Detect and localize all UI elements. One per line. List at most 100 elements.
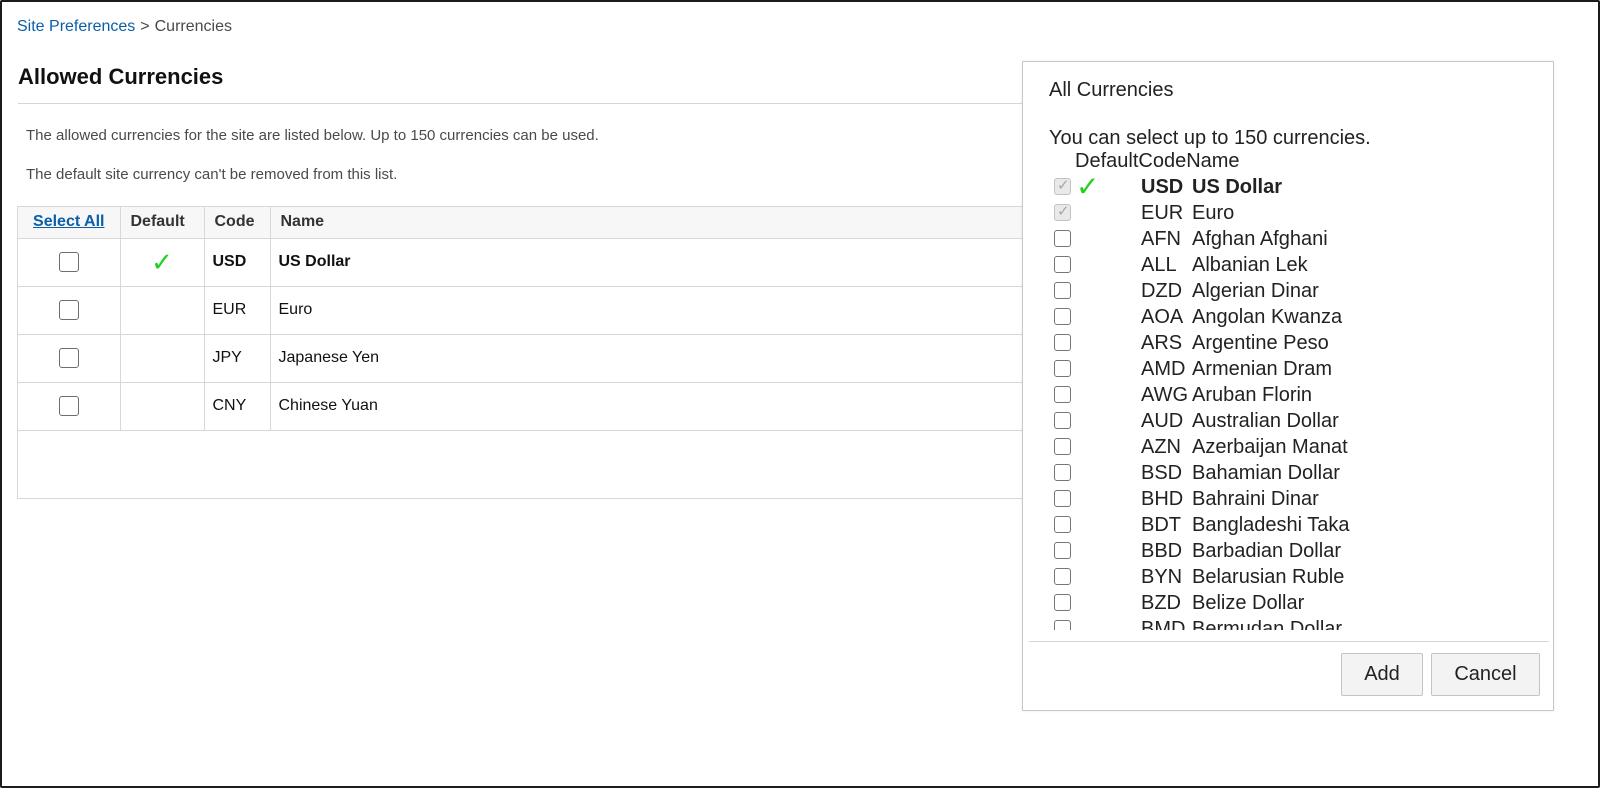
default-column-header: Default [120,207,205,239]
list-item-checkbox[interactable] [1054,230,1071,247]
list-item-name: Euro [1192,202,1235,224]
list-item-code: ALL [1141,254,1177,276]
name-cell: Euro [270,286,1056,335]
list-item-code: DZD [1141,280,1183,302]
list-item-code: BMD [1141,618,1186,630]
table-row: ✓ USD US Dollar [18,238,1056,287]
list-item-name: Angolan Kwanza [1192,306,1343,328]
list-header: Default Code Name [1075,150,1240,174]
list-item-name: Afghan Afghani [1192,228,1328,250]
code-cell: EUR [204,286,271,335]
name-cell: Japanese Yen [270,334,1056,383]
list-item-name: Bangladeshi Taka [1192,514,1350,536]
info-text-default: The default site currency can't be remov… [26,166,398,183]
breadcrumb-site-preferences-link[interactable]: Site Preferences [17,18,135,35]
list-item-name: Bahamian Dollar [1192,462,1340,484]
currency-table: Select All Default Code Name ✓ USD US Do… [18,207,1056,431]
table-row: CNY Chinese Yuan [18,382,1056,431]
list-item-checkbox [1054,176,1071,195]
list-header-code: Code [1138,150,1187,172]
select-all-header: Select All [18,207,121,239]
list-item-checkbox[interactable] [1054,568,1071,585]
select-all-link[interactable]: Select All [33,213,104,230]
list-item-checkbox[interactable] [1054,594,1071,611]
list-item-name: Aruban Florin [1192,384,1313,406]
list-header-name: Name [1186,150,1240,172]
dialog-note: You can select up to 150 currencies. [1049,127,1371,149]
allowed-currencies-table: Select All Default Code Name ✓ USD US Do… [17,206,1057,499]
list-item-checkbox[interactable] [1054,412,1071,429]
list-item-name: Albanian Lek [1192,254,1308,276]
list-item-code: AFN [1141,228,1181,250]
page-title: Allowed Currencies [18,64,224,89]
list-item-name: Belarusian Ruble [1192,566,1345,588]
code-cell: JPY [204,334,271,383]
table-header-row: Select All Default Code Name [18,207,1056,239]
list-item-name: Algerian Dinar [1192,280,1319,302]
list-item-checkbox[interactable] [1054,490,1071,507]
name-cell: Chinese Yuan [270,382,1056,431]
row-select-cell [18,286,121,335]
breadcrumb: Site Preferences > Currencies [17,18,232,36]
breadcrumb-separator: > [140,18,150,35]
list-item-name: Azerbaijan Manat [1192,436,1348,458]
list-item-checkbox[interactable] [1054,282,1071,299]
list-item-checkbox[interactable] [1054,256,1071,273]
dialog-title: All Currencies [1049,79,1174,101]
breadcrumb-current: Currencies [154,18,232,35]
default-cell [120,286,205,335]
default-check-icon: ✓ [151,246,173,277]
dialog-footer-divider [1029,641,1549,642]
list-item-name: Argentine Peso [1192,332,1329,354]
list-item-code: BHD [1141,488,1184,510]
title-divider [18,103,1048,104]
list-item-name: Belize Dollar [1192,592,1305,614]
list-item-code: BDT [1141,514,1181,536]
list-item-code: BBD [1141,540,1183,562]
list-item-checkbox[interactable] [1054,386,1071,403]
row-select-cell [18,238,121,287]
list-item-name: Bahraini Dinar [1192,488,1319,510]
row-checkbox[interactable] [58,252,79,272]
list-item-code: AOA [1141,306,1184,328]
list-item-checkbox[interactable] [1054,360,1071,377]
list-item-checkbox[interactable] [1054,516,1071,533]
row-checkbox[interactable] [58,396,79,416]
default-cell: ✓ [120,238,205,287]
list-item-checkbox[interactable] [1054,308,1071,325]
list-item-code: BSD [1141,462,1183,484]
name-cell: US Dollar [270,238,1056,287]
list-item-checkbox[interactable] [1054,438,1071,455]
list-item-checkbox[interactable] [1054,542,1071,559]
name-column-header: Name [270,207,1056,239]
default-cell [120,334,205,383]
list-item-code: BZD [1141,592,1181,614]
cancel-button[interactable]: Cancel [1431,653,1540,696]
row-checkbox[interactable] [58,348,79,368]
list-item-code: EUR [1141,202,1184,224]
row-checkbox[interactable] [58,300,79,320]
list-item-code: AZN [1141,436,1181,458]
list-item-checkbox[interactable] [1054,620,1071,630]
code-cell: CNY [204,382,271,431]
currency-list[interactable]: DefaultCodeName ✓ USD US Dollar EUR Euro AFN A… [1049,150,1549,630]
list-item-name: Barbadian Dollar [1192,540,1341,562]
list-item-code: AUD [1141,410,1184,432]
list-item-code: AWG [1141,384,1189,406]
list-item-code: ARS [1141,332,1183,354]
add-button[interactable]: Add [1341,653,1423,696]
list-item-checkbox [1054,202,1071,221]
table-row: EUR Euro [18,286,1056,335]
code-column-header: Code [204,207,271,239]
list-item-code: BYN [1141,566,1183,588]
list-item-checkbox[interactable] [1054,464,1071,481]
table-row: JPY Japanese Yen [18,334,1056,383]
default-cell [120,382,205,431]
row-select-cell [18,382,121,431]
default-check-icon: ✓ [1076,171,1100,202]
info-text-limit: The allowed currencies for the site are … [26,127,599,144]
list-item-code: USD [1141,176,1184,198]
list-item-name: Bermudan Dollar [1192,618,1343,630]
code-cell: USD [204,238,271,287]
list-item-checkbox[interactable] [1054,334,1071,351]
